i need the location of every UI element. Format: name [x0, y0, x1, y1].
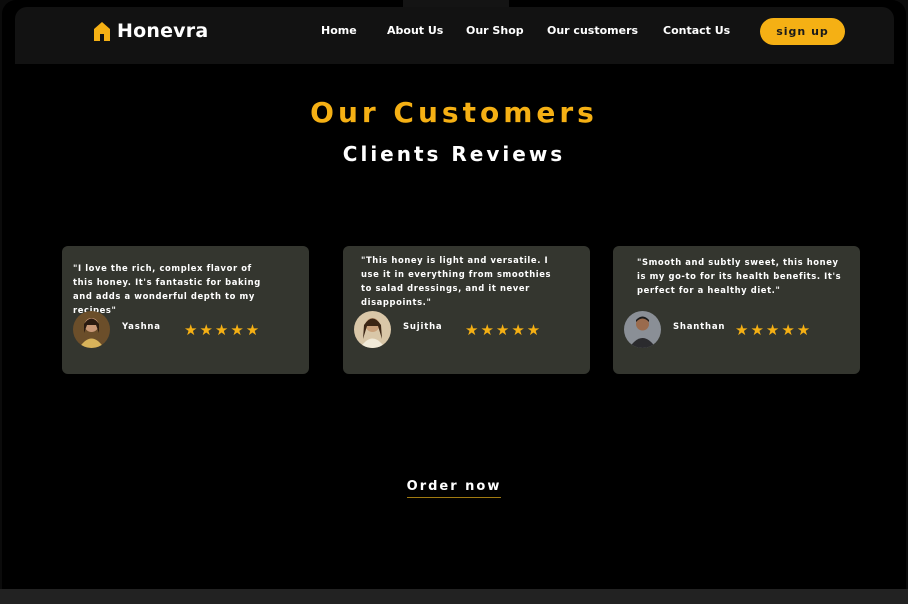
reviewer-photo: [73, 311, 110, 348]
review-card: "This honey is light and versatile. I us…: [343, 246, 590, 374]
review-card: "I love the rich, complex flavor of this…: [62, 246, 309, 374]
review-quote: "Smooth and subtly sweet, this honey is …: [637, 257, 842, 295]
section-subtitle: Clients Reviews: [342, 142, 566, 166]
star-rating: ★★★★★: [735, 321, 813, 339]
brand-logo[interactable]: Honevra: [93, 20, 208, 42]
reviewer-name: Yashna: [122, 322, 161, 332]
section-title: Our Customers: [310, 96, 598, 129]
review-card: "Smooth and subtly sweet, this honey is …: [613, 246, 860, 374]
nav-home[interactable]: Home: [321, 24, 357, 37]
sign-up-button[interactable]: sign up: [760, 18, 845, 45]
star-rating: ★★★★★: [184, 321, 262, 339]
avatar: [624, 311, 661, 348]
reviewer-name: Shanthan: [673, 322, 726, 332]
house-icon: [94, 22, 110, 41]
nav-our-shop[interactable]: Our Shop: [466, 24, 524, 37]
order-now-link[interactable]: Order now: [406, 479, 502, 498]
nav-about-us[interactable]: About Us: [387, 24, 443, 37]
avatar: [73, 311, 110, 348]
reviewer-photo: [354, 311, 391, 348]
nav-contact-us[interactable]: Contact Us: [663, 24, 730, 37]
bottom-bar: [0, 589, 908, 604]
star-rating: ★★★★★: [465, 321, 543, 339]
nav-our-customers[interactable]: Our customers: [547, 24, 638, 37]
navbar: Honevra Home About Us Our Shop Our custo…: [15, 7, 894, 64]
reviewer-photo: [624, 311, 661, 348]
order-now-container: Order now: [0, 475, 908, 498]
review-quote: "I love the rich, complex flavor of this…: [73, 263, 261, 315]
avatar: [354, 311, 391, 348]
reviewer-name: Sujitha: [403, 322, 443, 332]
brand-name: Honevra: [117, 20, 209, 42]
review-quote: "This honey is light and versatile. I us…: [361, 255, 552, 307]
